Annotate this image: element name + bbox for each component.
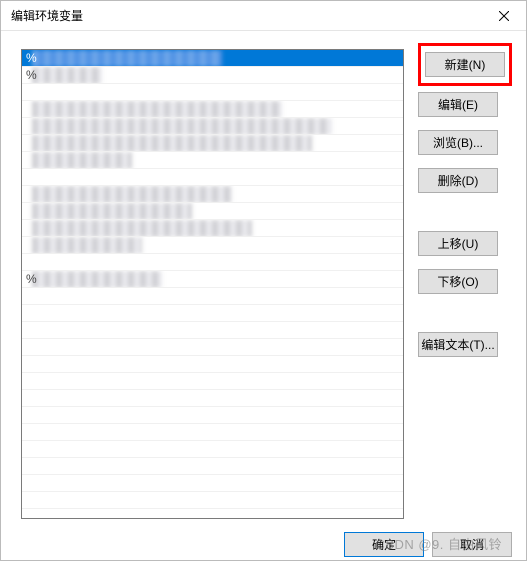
close-icon [499,11,509,21]
blurred-content [32,203,192,220]
list-item[interactable]: % [22,271,403,288]
blurred-content [32,271,162,288]
list-item[interactable] [22,186,403,203]
list-item[interactable] [22,492,403,509]
list-item-prefix: % [26,272,37,286]
delete-button[interactable]: 删除(D) [418,168,498,193]
list-item[interactable] [22,356,403,373]
list-item[interactable] [22,424,403,441]
blurred-content [32,118,332,135]
dialog-footer: 确定 取消 [1,529,526,560]
new-button-highlight: 新建(N) [418,43,512,86]
list-item[interactable] [22,475,403,492]
env-var-edit-dialog: 编辑环境变量 %%% 新建(N) 编辑(E) 浏览(B)... 删除(D) 上移… [0,0,527,561]
titlebar: 编辑环境变量 [1,1,526,31]
list-item[interactable]: % [22,67,403,84]
list-item[interactable] [22,339,403,356]
blurred-content [32,186,232,203]
path-listbox[interactable]: %%% [21,49,404,519]
dialog-title: 编辑环境变量 [11,7,481,24]
list-item[interactable]: % [22,50,403,67]
move-up-button[interactable]: 上移(U) [418,231,498,256]
ok-button[interactable]: 确定 [344,532,424,557]
cancel-button[interactable]: 取消 [432,532,512,557]
blurred-content [32,50,222,67]
list-item[interactable] [22,84,403,101]
list-item[interactable] [22,135,403,152]
side-button-column: 新建(N) 编辑(E) 浏览(B)... 删除(D) 上移(U) 下移(O) 编… [418,49,512,519]
edit-button[interactable]: 编辑(E) [418,92,498,117]
list-item[interactable] [22,152,403,169]
dialog-body: %%% 新建(N) 编辑(E) 浏览(B)... 删除(D) 上移(U) 下移(… [1,31,526,529]
blurred-content [32,237,142,254]
list-item-prefix: % [26,68,37,82]
blurred-content [32,101,282,118]
list-item[interactable] [22,203,403,220]
list-item[interactable] [22,101,403,118]
list-item[interactable] [22,458,403,475]
list-item[interactable] [22,254,403,271]
list-item[interactable] [22,118,403,135]
blurred-content [32,220,252,237]
list-item[interactable] [22,305,403,322]
close-button[interactable] [481,1,526,31]
list-item[interactable] [22,441,403,458]
browse-button[interactable]: 浏览(B)... [418,130,498,155]
list-item[interactable] [22,390,403,407]
move-down-button[interactable]: 下移(O) [418,269,498,294]
list-item-prefix: % [26,51,37,65]
list-item[interactable] [22,322,403,339]
list-item[interactable] [22,373,403,390]
list-item[interactable] [22,169,403,186]
blurred-content [32,135,312,152]
list-item[interactable] [22,237,403,254]
blurred-content [32,67,102,84]
list-item[interactable] [22,220,403,237]
list-item[interactable] [22,288,403,305]
list-item[interactable] [22,407,403,424]
blurred-content [32,152,132,169]
new-button[interactable]: 新建(N) [425,52,505,77]
edit-text-button[interactable]: 编辑文本(T)... [418,332,498,357]
